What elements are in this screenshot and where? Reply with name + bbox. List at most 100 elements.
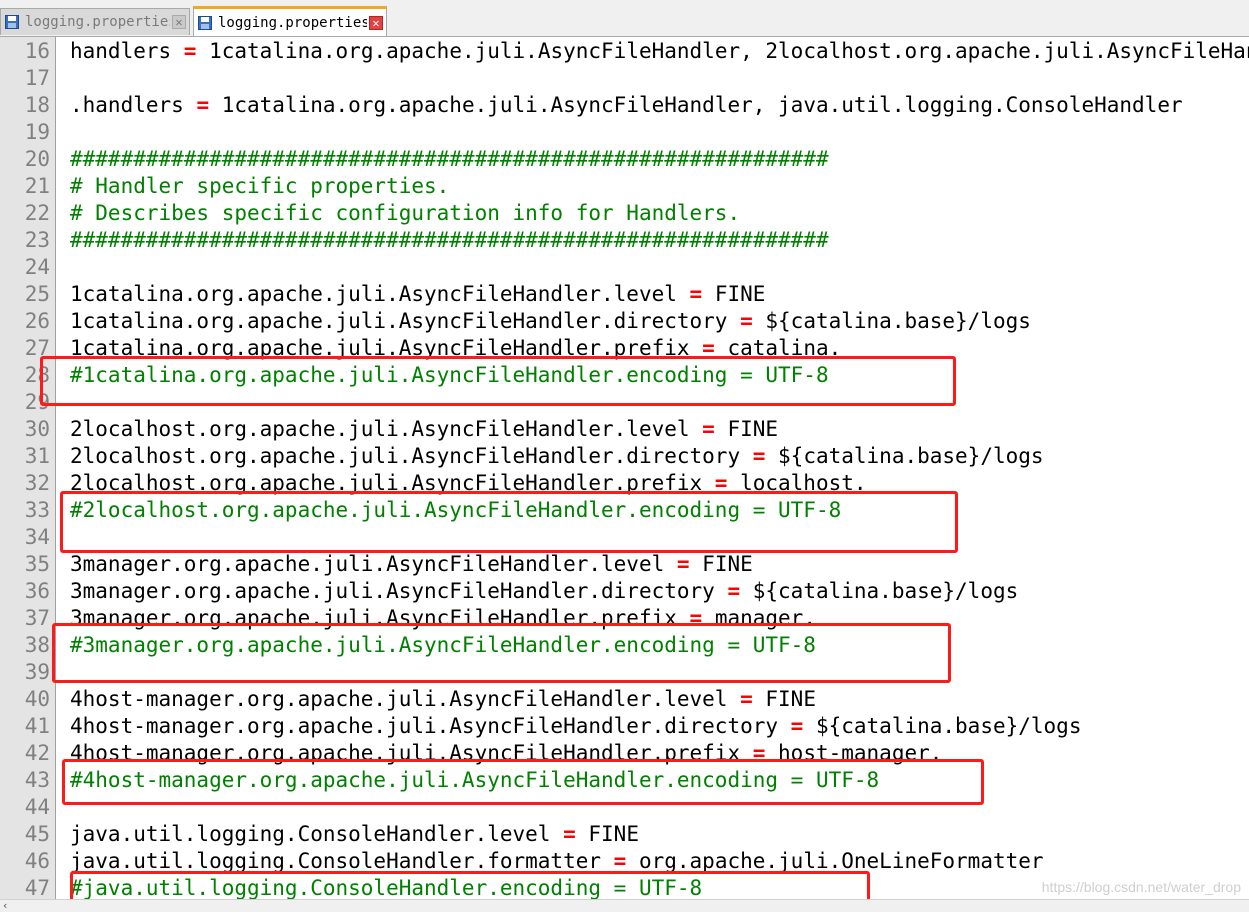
text-token: org.apache.juli.OneLineFormatter xyxy=(626,849,1044,873)
text-token: handlers xyxy=(70,39,184,63)
tab-label: logging.properties xyxy=(25,14,170,30)
line-number: 24 xyxy=(24,255,50,279)
text-token: 4host-manager.org.apache.juli.AsyncFileH… xyxy=(70,687,741,711)
annotation-box xyxy=(40,356,956,406)
line-number: 35 xyxy=(24,552,50,576)
line-number: 21 xyxy=(24,174,50,198)
line-number: 30 xyxy=(24,417,50,441)
text-token: 2localhost.org.apache.juli.AsyncFileHand… xyxy=(70,444,753,468)
line-text: 2localhost.org.apache.juli.AsyncFileHand… xyxy=(70,443,1044,470)
line-text: handlers = 1catalina.org.apache.juli.Asy… xyxy=(70,38,1249,65)
code-line: 24 xyxy=(0,254,1249,281)
operator-token: = xyxy=(613,849,627,873)
text-token: FINE xyxy=(702,282,766,306)
save-disk-icon xyxy=(198,15,212,30)
text-token: 2localhost.org.apache.juli.AsyncFileHand… xyxy=(70,417,703,441)
line-number: 46 xyxy=(24,849,50,873)
horizontal-scrollbar[interactable]: ‹ xyxy=(0,899,1249,912)
code-line: 45 java.util.logging.ConsoleHandler.level… xyxy=(0,821,1249,848)
tab-label: logging.properties xyxy=(218,14,367,31)
annotation-box xyxy=(52,623,951,683)
line-text: 3manager.org.apache.juli.AsyncFileHandle… xyxy=(70,551,753,578)
annotation-box xyxy=(62,759,984,805)
line-number: 22 xyxy=(24,201,50,225)
operator-token: = xyxy=(676,552,690,576)
code-line: 30 2localhost.org.apache.juli.AsyncFileHa… xyxy=(0,416,1249,443)
line-number: 20 xyxy=(24,147,50,171)
text-token: ${catalina.base}/logs xyxy=(752,309,1031,333)
watermark: https://blog.csdn.net/water_drop xyxy=(1041,879,1241,895)
line-text: # Handler specific properties. xyxy=(70,173,449,200)
close-icon[interactable]: ✕ xyxy=(172,15,186,29)
text-token: FINE xyxy=(752,687,816,711)
code-editor[interactable]: 16 handlers = 1catalina.org.apache.juli.A… xyxy=(0,37,1249,899)
operator-token: = xyxy=(752,444,766,468)
line-text: 1catalina.org.apache.juli.AsyncFileHandl… xyxy=(70,281,765,308)
annotation-box xyxy=(60,491,958,553)
text-token: 3manager.org.apache.juli.AsyncFileHandle… xyxy=(70,579,728,603)
text-token: FINE xyxy=(714,417,779,441)
code-line: 25 1catalina.org.apache.juli.AsyncFileHan… xyxy=(0,281,1249,308)
text-token: 1catalina.org.apache.juli.AsyncFileHandl… xyxy=(196,39,1249,63)
text-token: 3manager.org.apache.juli.AsyncFileHandle… xyxy=(70,552,677,576)
operator-token: = xyxy=(563,822,576,846)
line-text: .handlers = 1catalina.org.apache.juli.As… xyxy=(70,92,1183,119)
comment-token: ########################################… xyxy=(70,228,829,252)
annotation-box xyxy=(70,871,870,899)
line-text: 1catalina.org.apache.juli.AsyncFileHandl… xyxy=(70,308,1031,335)
line-number: 26 xyxy=(24,309,50,333)
text-token: FINE xyxy=(689,552,753,576)
line-text: 2localhost.org.apache.juli.AsyncFileHand… xyxy=(70,416,778,443)
tab-bar: logging.properties ✕ logging.properties … xyxy=(0,0,1249,37)
line-number: 32 xyxy=(24,471,50,495)
line-text: java.util.logging.ConsoleHandler.level =… xyxy=(70,821,639,848)
tab-logging-properties-1[interactable]: logging.properties ✕ xyxy=(0,8,190,35)
comment-token: # Describes specific configuration info … xyxy=(70,201,741,225)
operator-token: = xyxy=(790,714,804,738)
text-token: 1catalina.org.apache.juli.AsyncFileHandl… xyxy=(209,93,1183,117)
code-line: 20 ######################################… xyxy=(0,146,1249,173)
comment-token: # Handler specific properties. xyxy=(70,174,450,198)
line-text: ########################################… xyxy=(70,227,829,254)
comment-token: ########################################… xyxy=(70,147,829,171)
text-token: .handlers xyxy=(70,93,197,117)
close-icon[interactable]: ✕ xyxy=(369,15,383,30)
line-number: 44 xyxy=(24,795,50,819)
line-number: 39 xyxy=(24,660,50,684)
line-text: 4host-manager.org.apache.juli.AsyncFileH… xyxy=(70,686,816,713)
code-line: 26 1catalina.org.apache.juli.AsyncFileHan… xyxy=(0,308,1249,335)
text-token: java.util.logging.ConsoleHandler.formatt… xyxy=(70,849,614,873)
line-number: 34 xyxy=(24,525,50,549)
tab-logging-properties-2[interactable]: logging.properties ✕ xyxy=(193,6,387,36)
text-token: 1catalina.org.apache.juli.AsyncFileHandl… xyxy=(70,309,741,333)
line-number: 37 xyxy=(24,606,50,630)
operator-token: = xyxy=(740,687,753,711)
line-number: 43 xyxy=(24,768,50,792)
line-number: 17 xyxy=(24,66,50,90)
arrow-left-icon[interactable]: ‹ xyxy=(3,900,7,912)
text-token: java.util.logging.ConsoleHandler.level xyxy=(70,822,564,846)
text-token: ${catalina.base}/logs xyxy=(740,579,1019,603)
operator-token: = xyxy=(689,282,703,306)
line-number: 23 xyxy=(24,228,50,252)
line-text: 4host-manager.org.apache.juli.AsyncFileH… xyxy=(70,713,1081,740)
line-number: 41 xyxy=(24,714,50,738)
operator-token: = xyxy=(183,39,197,63)
operator-token: = xyxy=(740,309,753,333)
line-text: ########################################… xyxy=(70,146,829,173)
code-line: 19 xyxy=(0,119,1249,146)
code-line: 36 3manager.org.apache.juli.AsyncFileHand… xyxy=(0,578,1249,605)
line-text: 3manager.org.apache.juli.AsyncFileHandle… xyxy=(70,578,1018,605)
code-line: 41 4host-manager.org.apache.juli.AsyncFil… xyxy=(0,713,1249,740)
line-number: 16 xyxy=(24,39,50,63)
text-token: 4host-manager.org.apache.juli.AsyncFileH… xyxy=(70,714,791,738)
line-number: 18 xyxy=(24,93,50,117)
line-number: 31 xyxy=(24,444,50,468)
line-number: 19 xyxy=(24,120,50,144)
code-line: 16 handlers = 1catalina.org.apache.juli.A… xyxy=(0,38,1249,65)
code-line: 18 .handlers = 1catalina.org.apache.juli.… xyxy=(0,92,1249,119)
line-number: 38 xyxy=(24,633,50,657)
code-line: 22 # Describes specific configuration inf… xyxy=(0,200,1249,227)
operator-token: = xyxy=(196,93,210,117)
line-number: 45 xyxy=(24,822,50,846)
